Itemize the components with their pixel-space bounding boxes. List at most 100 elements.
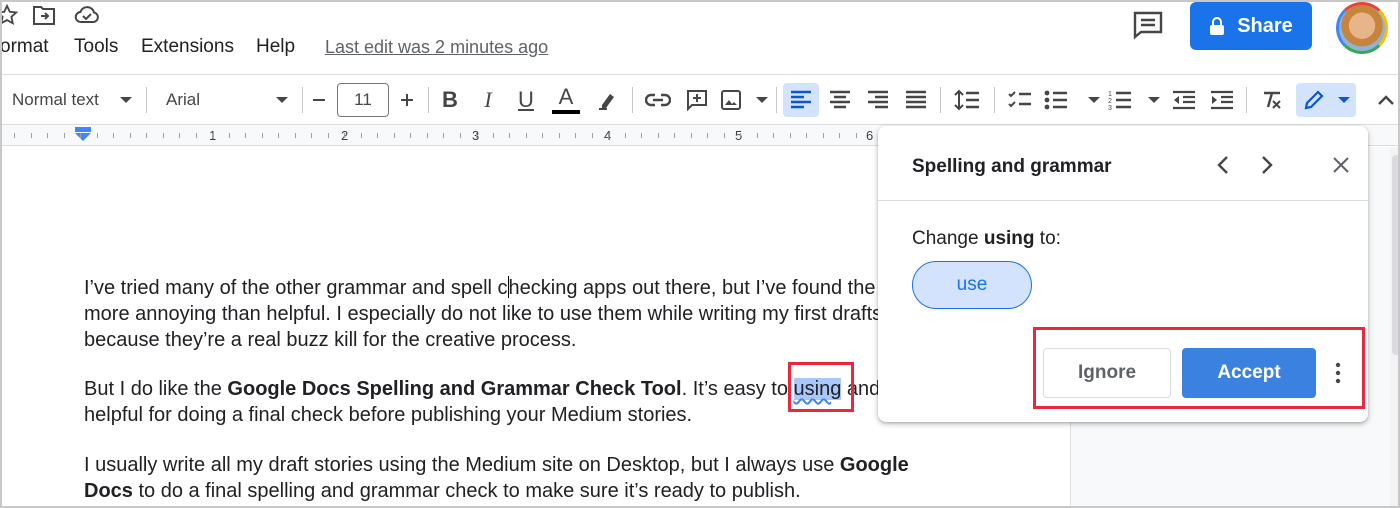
- menu-help[interactable]: Help: [256, 36, 295, 58]
- menu-tools[interactable]: Tools: [74, 36, 118, 58]
- ruler-tick: [228, 133, 230, 138]
- style-value: Normal text: [12, 90, 99, 109]
- text-run: to:: [1034, 228, 1061, 249]
- ruler-tick: [624, 133, 626, 138]
- ruler-tick: [525, 133, 527, 138]
- ruler-tick: [822, 133, 824, 138]
- more-options-button[interactable]: [1326, 358, 1350, 388]
- ruler-tick: [674, 133, 675, 138]
- bold-button[interactable]: B: [436, 83, 464, 117]
- ruler-tick: [179, 133, 180, 138]
- accept-button[interactable]: Accept: [1182, 348, 1316, 398]
- outdent-icon: [1173, 90, 1195, 110]
- ruler-tick: [344, 133, 345, 138]
- menu-extensions[interactable]: Extensions: [141, 36, 234, 58]
- ruler-tick: [723, 133, 725, 138]
- align-right-icon: [868, 90, 888, 109]
- account-avatar[interactable]: [1336, 2, 1388, 54]
- justify-button[interactable]: [900, 83, 932, 117]
- star-icon[interactable]: [2, 3, 19, 31]
- highlighter-icon: [599, 94, 614, 110]
- indent-marker[interactable]: [75, 127, 91, 141]
- ruler-tick: [459, 133, 461, 138]
- numbered-list-button[interactable]: 123: [1108, 83, 1160, 117]
- italic-button[interactable]: I: [474, 83, 502, 117]
- bulleted-list-button[interactable]: [1044, 83, 1100, 117]
- align-left-button[interactable]: [783, 83, 819, 117]
- minus-icon: [313, 99, 325, 101]
- paragraph-2-line-1[interactable]: But I do like the Google Docs Spelling a…: [84, 376, 880, 402]
- ruler-tick: [641, 133, 642, 138]
- paragraph-1-line-1[interactable]: I’ve tried many of the other grammar and…: [84, 275, 875, 301]
- underline-button[interactable]: U: [512, 83, 540, 117]
- comments-button[interactable]: [1132, 10, 1166, 40]
- toolbar-divider: [428, 87, 429, 113]
- editing-mode-button[interactable]: [1296, 83, 1356, 117]
- align-right-button[interactable]: [862, 83, 894, 117]
- paragraph-2-line-2[interactable]: helpful for doing a final check before p…: [84, 402, 692, 428]
- chevron-down-icon: [1148, 97, 1160, 103]
- lock-icon: [1210, 17, 1225, 35]
- panel-divider: [878, 200, 1368, 201]
- text-run: Change: [912, 228, 984, 249]
- ruler-tick: [278, 133, 279, 138]
- paragraph-3-line-1[interactable]: I usually write all my draft stories usi…: [84, 452, 909, 478]
- menu-format[interactable]: ormat: [2, 36, 49, 58]
- ruler-tick: [806, 133, 807, 138]
- collapse-menus-button[interactable]: [1372, 83, 1398, 117]
- share-button[interactable]: Share: [1190, 2, 1312, 50]
- decrease-font-size-button[interactable]: [304, 83, 334, 117]
- bold-text-run: Google: [839, 454, 909, 476]
- close-panel-button[interactable]: [1326, 150, 1356, 180]
- ruler-tick: [855, 133, 857, 138]
- ignore-button[interactable]: Ignore: [1043, 348, 1171, 398]
- comment-icon: [1133, 11, 1163, 40]
- insert-image-button[interactable]: [720, 83, 768, 117]
- text-color-button[interactable]: A: [550, 83, 582, 117]
- ruler-tick: [245, 133, 246, 138]
- align-center-button[interactable]: [824, 83, 856, 117]
- checklist-button[interactable]: [1004, 83, 1036, 117]
- ruler-tick: [146, 133, 147, 138]
- increase-font-size-button[interactable]: [392, 83, 422, 117]
- font-family-dropdown[interactable]: Arial: [162, 83, 292, 117]
- scrollbar-thumb[interactable]: [1392, 155, 1398, 355]
- increase-indent-button[interactable]: [1206, 83, 1238, 117]
- decrease-indent-button[interactable]: [1168, 83, 1200, 117]
- paragraph-style-dropdown[interactable]: Normal text: [8, 83, 136, 117]
- suggestion-chip[interactable]: use: [912, 261, 1032, 309]
- chevron-up-icon: [1378, 95, 1394, 105]
- font-size-input[interactable]: 11: [337, 83, 389, 117]
- align-left-icon: [791, 90, 811, 109]
- next-suggestion-button[interactable]: [1252, 150, 1282, 180]
- clear-formatting-icon: [1264, 91, 1281, 109]
- google-docs-window: ormat Tools Extensions Help Last edit wa…: [0, 0, 1400, 508]
- image-icon: [721, 90, 741, 110]
- ruler-tick: [756, 133, 758, 138]
- ruler-tick: [542, 133, 543, 138]
- menu-bar: ormat Tools Extensions Help Last edit wa…: [2, 36, 702, 62]
- numbered-list-icon: 123: [1108, 91, 1131, 111]
- move-to-folder-icon[interactable]: [32, 4, 56, 31]
- font-value: Arial: [166, 90, 201, 109]
- paragraph-3-line-2[interactable]: Docs to do a final spelling and grammar …: [84, 478, 801, 504]
- ruler-tick: [426, 133, 428, 138]
- toolbar-divider: [940, 87, 941, 113]
- insert-link-button[interactable]: [642, 83, 674, 117]
- toolbar-divider: [632, 87, 633, 113]
- bold-text-run: Docs: [84, 480, 133, 502]
- bulleted-list-icon: [1044, 90, 1067, 110]
- ruler-tick: [410, 133, 411, 138]
- paragraph-1-line-2[interactable]: more annoying than helpful. I especially…: [84, 301, 882, 327]
- previous-suggestion-button[interactable]: [1208, 150, 1238, 180]
- add-comment-button[interactable]: [682, 83, 712, 117]
- last-edit-link[interactable]: Last edit was 2 minutes ago: [325, 37, 548, 58]
- paragraph-1-line-3[interactable]: because they’re a real buzz kill for the…: [84, 327, 576, 353]
- vertical-scrollbar[interactable]: [1390, 147, 1398, 506]
- chevron-left-icon: [1217, 156, 1228, 174]
- line-spacing-button[interactable]: [950, 83, 984, 117]
- cloud-saved-icon[interactable]: [74, 4, 100, 31]
- highlight-color-button[interactable]: [594, 83, 620, 117]
- clear-formatting-button[interactable]: [1256, 83, 1288, 117]
- ruler-tick: [113, 133, 114, 138]
